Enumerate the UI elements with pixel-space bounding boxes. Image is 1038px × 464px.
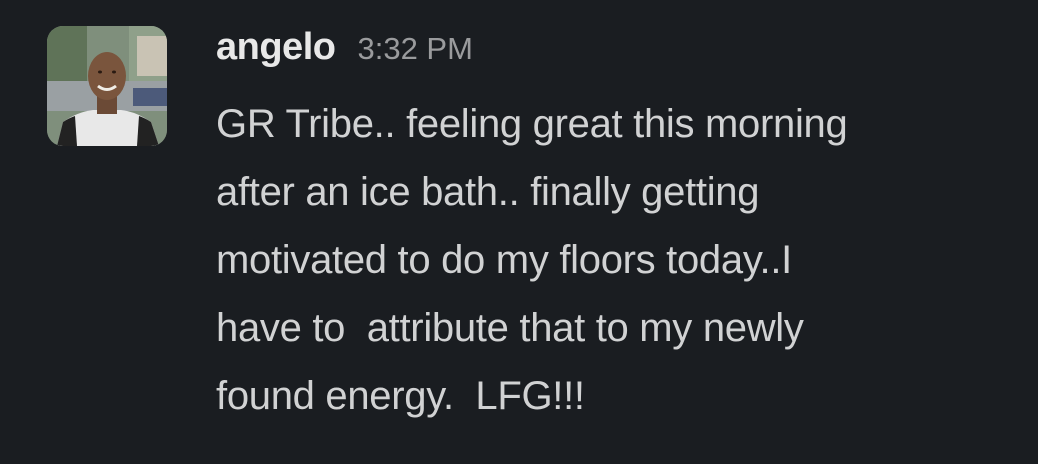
message-line: after an ice bath.. finally getting <box>216 170 760 214</box>
author-name[interactable]: angelo <box>216 26 336 69</box>
user-avatar[interactable] <box>47 26 167 146</box>
message-timestamp[interactable]: 3:32 PM <box>357 31 472 67</box>
message-line: found energy. LFG!!! <box>216 374 585 418</box>
message-body: GR Tribe.. feeling great this morning af… <box>216 90 1016 430</box>
message-header: angelo 3:32 PM <box>216 26 473 78</box>
avatar-photo-icon <box>47 26 167 146</box>
message-line: GR Tribe.. feeling great this morning <box>216 102 848 146</box>
message-item: angelo 3:32 PM GR Tribe.. feeling great … <box>0 0 1038 464</box>
message-line: motivated to do my floors today..I <box>216 238 792 282</box>
message-line: have to attribute that to my newly <box>216 306 804 350</box>
